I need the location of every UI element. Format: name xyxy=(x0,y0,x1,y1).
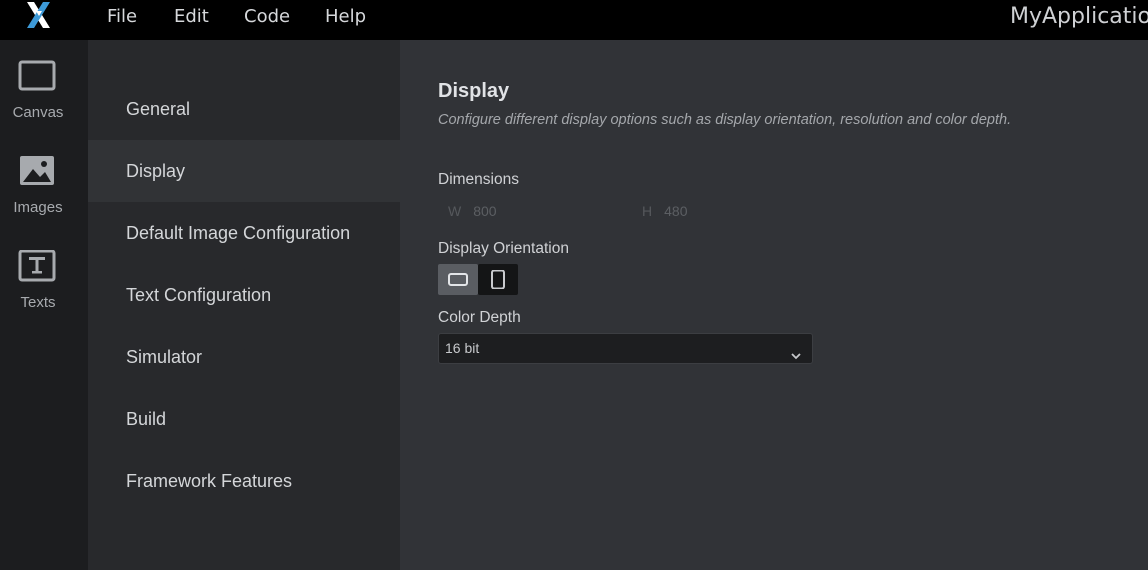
text-icon xyxy=(18,249,58,288)
height-input[interactable]: H 480 xyxy=(642,200,832,222)
menu-file[interactable]: File xyxy=(107,0,137,34)
nav-item-default-image-configuration[interactable]: Default Image Configuration xyxy=(88,202,400,264)
rail-item-label: Images xyxy=(13,199,63,216)
color-depth-value: 16 bit xyxy=(445,340,480,356)
landscape-icon xyxy=(448,273,468,286)
rail-item-label: Texts xyxy=(20,294,56,311)
landscape-button[interactable] xyxy=(438,264,478,295)
nav-item-framework-features[interactable]: Framework Features xyxy=(88,450,400,512)
left-rail: Canvas Images Texts xyxy=(0,40,88,570)
nav-item-general[interactable]: General xyxy=(88,78,400,140)
dimensions-label: Dimensions xyxy=(438,171,519,188)
rail-item-images[interactable]: Images xyxy=(0,155,76,235)
rail-item-label: Canvas xyxy=(12,104,64,121)
height-value: 480 xyxy=(664,203,688,219)
menu-bar: File Edit Code Help MyApplication xyxy=(0,0,1148,40)
width-prefix: W xyxy=(448,203,462,219)
orientation-toggle xyxy=(438,264,518,295)
display-orientation-label: Display Orientation xyxy=(438,240,569,257)
color-depth-label: Color Depth xyxy=(438,309,521,326)
nav-item-simulator[interactable]: Simulator xyxy=(88,326,400,388)
display-settings-panel: Display Configure different display opti… xyxy=(400,40,1148,570)
menu-code[interactable]: Code xyxy=(244,0,290,34)
menu-help[interactable]: Help xyxy=(325,0,366,34)
rail-item-canvas[interactable]: Canvas xyxy=(0,60,76,140)
color-depth-select[interactable]: 16 bit xyxy=(438,333,813,364)
canvas-icon xyxy=(18,60,58,98)
width-value: 800 xyxy=(473,203,497,219)
section-title: Display xyxy=(438,80,510,102)
height-prefix: H xyxy=(642,203,653,219)
nav-item-display[interactable]: Display xyxy=(88,140,400,202)
nav-item-build[interactable]: Build xyxy=(88,388,400,450)
rail-item-texts[interactable]: Texts xyxy=(0,249,76,330)
image-icon xyxy=(18,155,58,193)
logo-x-icon xyxy=(27,2,50,28)
portrait-button[interactable] xyxy=(478,264,518,295)
settings-nav: General Display Default Image Configurat… xyxy=(88,40,400,570)
width-input[interactable]: W 800 xyxy=(448,200,638,222)
app-title: MyApplication xyxy=(1010,4,1148,29)
app-logo xyxy=(0,0,88,40)
chevron-down-icon xyxy=(790,343,802,372)
nav-item-text-configuration[interactable]: Text Configuration xyxy=(88,264,400,326)
portrait-icon xyxy=(491,270,505,289)
section-description: Configure different display options such… xyxy=(438,112,1012,128)
menu-edit[interactable]: Edit xyxy=(174,0,209,34)
